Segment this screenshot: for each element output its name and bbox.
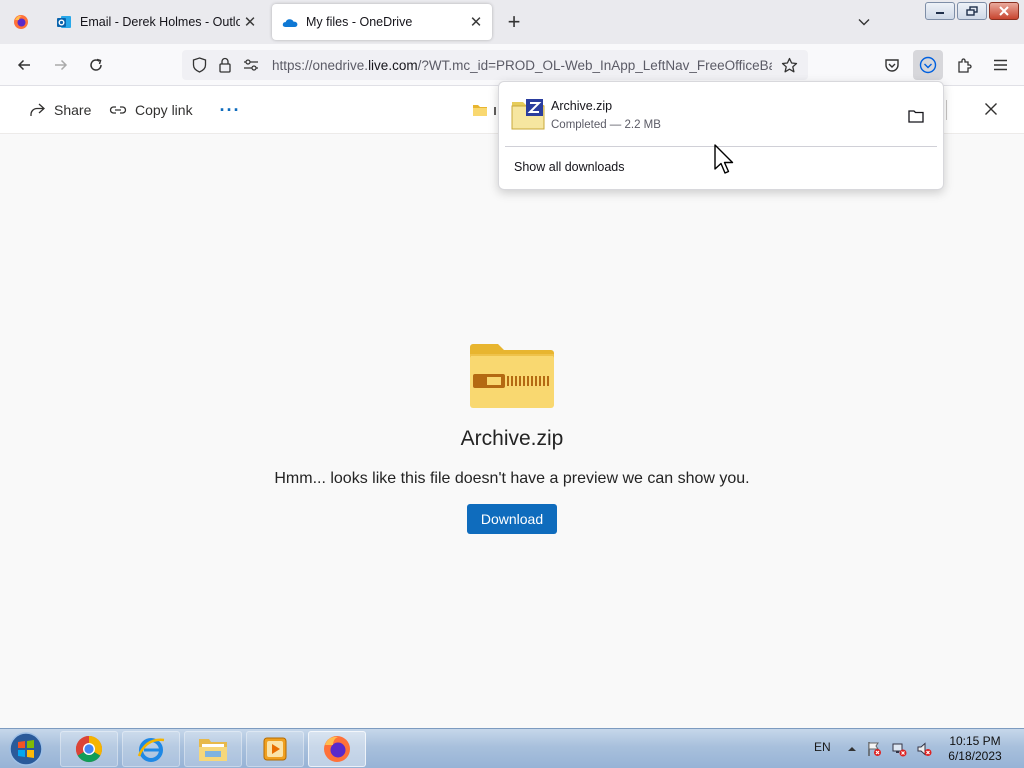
close-window-button[interactable] bbox=[989, 2, 1019, 20]
zip-folder-icon bbox=[470, 344, 554, 408]
lock-icon bbox=[219, 57, 231, 73]
system-clock[interactable]: 10:15 PM 6/18/2023 bbox=[940, 734, 1010, 764]
firefox-icon bbox=[324, 736, 350, 762]
download-item[interactable]: Archive.zip Completed — 2.2 MB bbox=[503, 88, 939, 142]
action-center-icon[interactable] bbox=[866, 741, 882, 757]
pocket-button[interactable] bbox=[879, 52, 905, 78]
start-button[interactable] bbox=[4, 731, 48, 767]
app-menu-button[interactable] bbox=[987, 52, 1013, 78]
tab-outlook[interactable]: Email - Derek Holmes - Outlook ✕ bbox=[46, 4, 266, 40]
download-button[interactable]: Download bbox=[467, 504, 557, 534]
url-path: /?WT.mc_id=PROD_OL-Web_InApp_LeftNav_Fre… bbox=[417, 57, 772, 73]
restore-icon bbox=[966, 6, 978, 16]
extensions-button[interactable] bbox=[951, 52, 977, 78]
taskbar-internet-explorer[interactable] bbox=[122, 731, 180, 767]
volume-icon[interactable] bbox=[916, 741, 932, 757]
reload-button[interactable] bbox=[83, 52, 109, 78]
download-status: Completed — 2.2 MB bbox=[551, 119, 661, 131]
tab-title: My files - OneDrive bbox=[306, 15, 413, 29]
pocket-icon bbox=[885, 59, 899, 72]
url-domain: live.com bbox=[368, 57, 418, 73]
onedrive-icon bbox=[282, 19, 298, 27]
permissions-icon[interactable] bbox=[242, 56, 260, 74]
close-tab-icon[interactable]: ✕ bbox=[466, 12, 486, 32]
download-complete-icon bbox=[919, 56, 937, 74]
internet-explorer-icon bbox=[137, 738, 165, 762]
downloads-button[interactable] bbox=[913, 50, 943, 80]
chrome-icon bbox=[75, 735, 103, 763]
link-icon bbox=[109, 106, 127, 114]
outlook-icon bbox=[57, 16, 71, 28]
windows-taskbar: EN 10:15 PM 6/18/2023 bbox=[0, 728, 1024, 768]
shield-icon bbox=[192, 57, 206, 73]
close-preview-button[interactable] bbox=[980, 98, 1002, 120]
file-preview-area: Archive.zip Hmm... looks like this file … bbox=[0, 135, 1024, 728]
mouse-pointer-icon bbox=[714, 144, 734, 174]
arrow-left-icon bbox=[17, 59, 30, 71]
site-info-icon[interactable] bbox=[216, 56, 234, 74]
url-prefix: https://onedrive. bbox=[272, 57, 369, 73]
folder-icon bbox=[908, 110, 924, 123]
tracking-protection-icon[interactable] bbox=[190, 56, 208, 74]
minimize-icon bbox=[936, 12, 944, 14]
firefox-icon bbox=[14, 15, 28, 29]
media-player-icon bbox=[263, 737, 287, 761]
hamburger-icon bbox=[993, 59, 1007, 71]
download-file-name: Archive.zip bbox=[551, 99, 613, 113]
navigation-toolbar: https://onedrive.live.com/?WT.mc_id=PROD… bbox=[0, 44, 1024, 86]
bookmark-star-button[interactable] bbox=[780, 56, 798, 74]
network-icon[interactable] bbox=[891, 741, 907, 757]
taskbar-firefox[interactable] bbox=[308, 731, 366, 767]
minimize-button[interactable] bbox=[925, 2, 955, 20]
share-button[interactable]: Share bbox=[28, 86, 91, 134]
network-icon bbox=[892, 743, 907, 757]
list-all-tabs-button[interactable] bbox=[852, 10, 876, 34]
preview-file-name: Archive.zip bbox=[460, 427, 564, 450]
copy-link-button[interactable]: Copy link bbox=[109, 86, 193, 134]
show-hidden-icons-button[interactable] bbox=[844, 741, 860, 757]
tab-title: Email - Derek Holmes - Outlook bbox=[80, 15, 240, 29]
restore-button[interactable] bbox=[957, 2, 987, 20]
url-text[interactable]: https://onedrive.live.com/?WT.mc_id=PROD… bbox=[272, 58, 772, 73]
window-controls bbox=[925, 2, 1019, 20]
close-tab-icon[interactable]: ✕ bbox=[240, 12, 260, 32]
sliders-icon bbox=[244, 59, 258, 71]
chevron-up-icon bbox=[848, 747, 856, 751]
reload-icon bbox=[90, 58, 102, 71]
copy-link-label: Copy link bbox=[135, 102, 193, 118]
share-icon bbox=[30, 103, 45, 116]
close-icon bbox=[985, 103, 997, 115]
new-tab-button[interactable]: + bbox=[502, 9, 526, 34]
share-label: Share bbox=[54, 102, 92, 118]
show-all-downloads-link[interactable]: Show all downloads bbox=[514, 160, 625, 174]
taskbar-chrome[interactable] bbox=[60, 731, 118, 767]
taskbar-media-player[interactable] bbox=[246, 731, 304, 767]
show-in-folder-button[interactable] bbox=[905, 105, 927, 127]
more-options-button[interactable]: ··· bbox=[218, 98, 242, 122]
tab-strip: Email - Derek Holmes - Outlook ✕ My file… bbox=[0, 0, 1024, 44]
address-bar[interactable]: https://onedrive.live.com/?WT.mc_id=PROD… bbox=[182, 50, 808, 80]
language-indicator[interactable]: EN bbox=[814, 740, 831, 754]
file-explorer-icon bbox=[199, 739, 227, 761]
back-button[interactable] bbox=[11, 52, 37, 78]
command-bar-divider bbox=[946, 100, 947, 120]
arrow-right-icon bbox=[55, 59, 68, 71]
taskbar-file-explorer[interactable] bbox=[184, 731, 242, 767]
star-icon bbox=[781, 57, 797, 72]
no-preview-message: Hmm... looks like this file doesn't have… bbox=[274, 470, 750, 487]
close-icon bbox=[999, 6, 1009, 16]
speaker-muted-icon bbox=[917, 742, 932, 756]
clock-time: 10:15 PM bbox=[949, 734, 1001, 748]
puzzle-icon bbox=[957, 57, 972, 73]
clock-date: 6/18/2023 bbox=[948, 749, 1002, 763]
zip-file-icon bbox=[511, 99, 545, 130]
flag-icon bbox=[868, 742, 881, 756]
firefox-view-button[interactable] bbox=[0, 0, 42, 44]
forward-button[interactable] bbox=[48, 52, 74, 78]
windows-logo-icon bbox=[9, 732, 43, 766]
tab-onedrive[interactable]: My files - OneDrive ✕ bbox=[272, 4, 492, 40]
chevron-down-icon bbox=[858, 19, 870, 26]
folder-breadcrumb-icon[interactable] bbox=[472, 102, 500, 118]
